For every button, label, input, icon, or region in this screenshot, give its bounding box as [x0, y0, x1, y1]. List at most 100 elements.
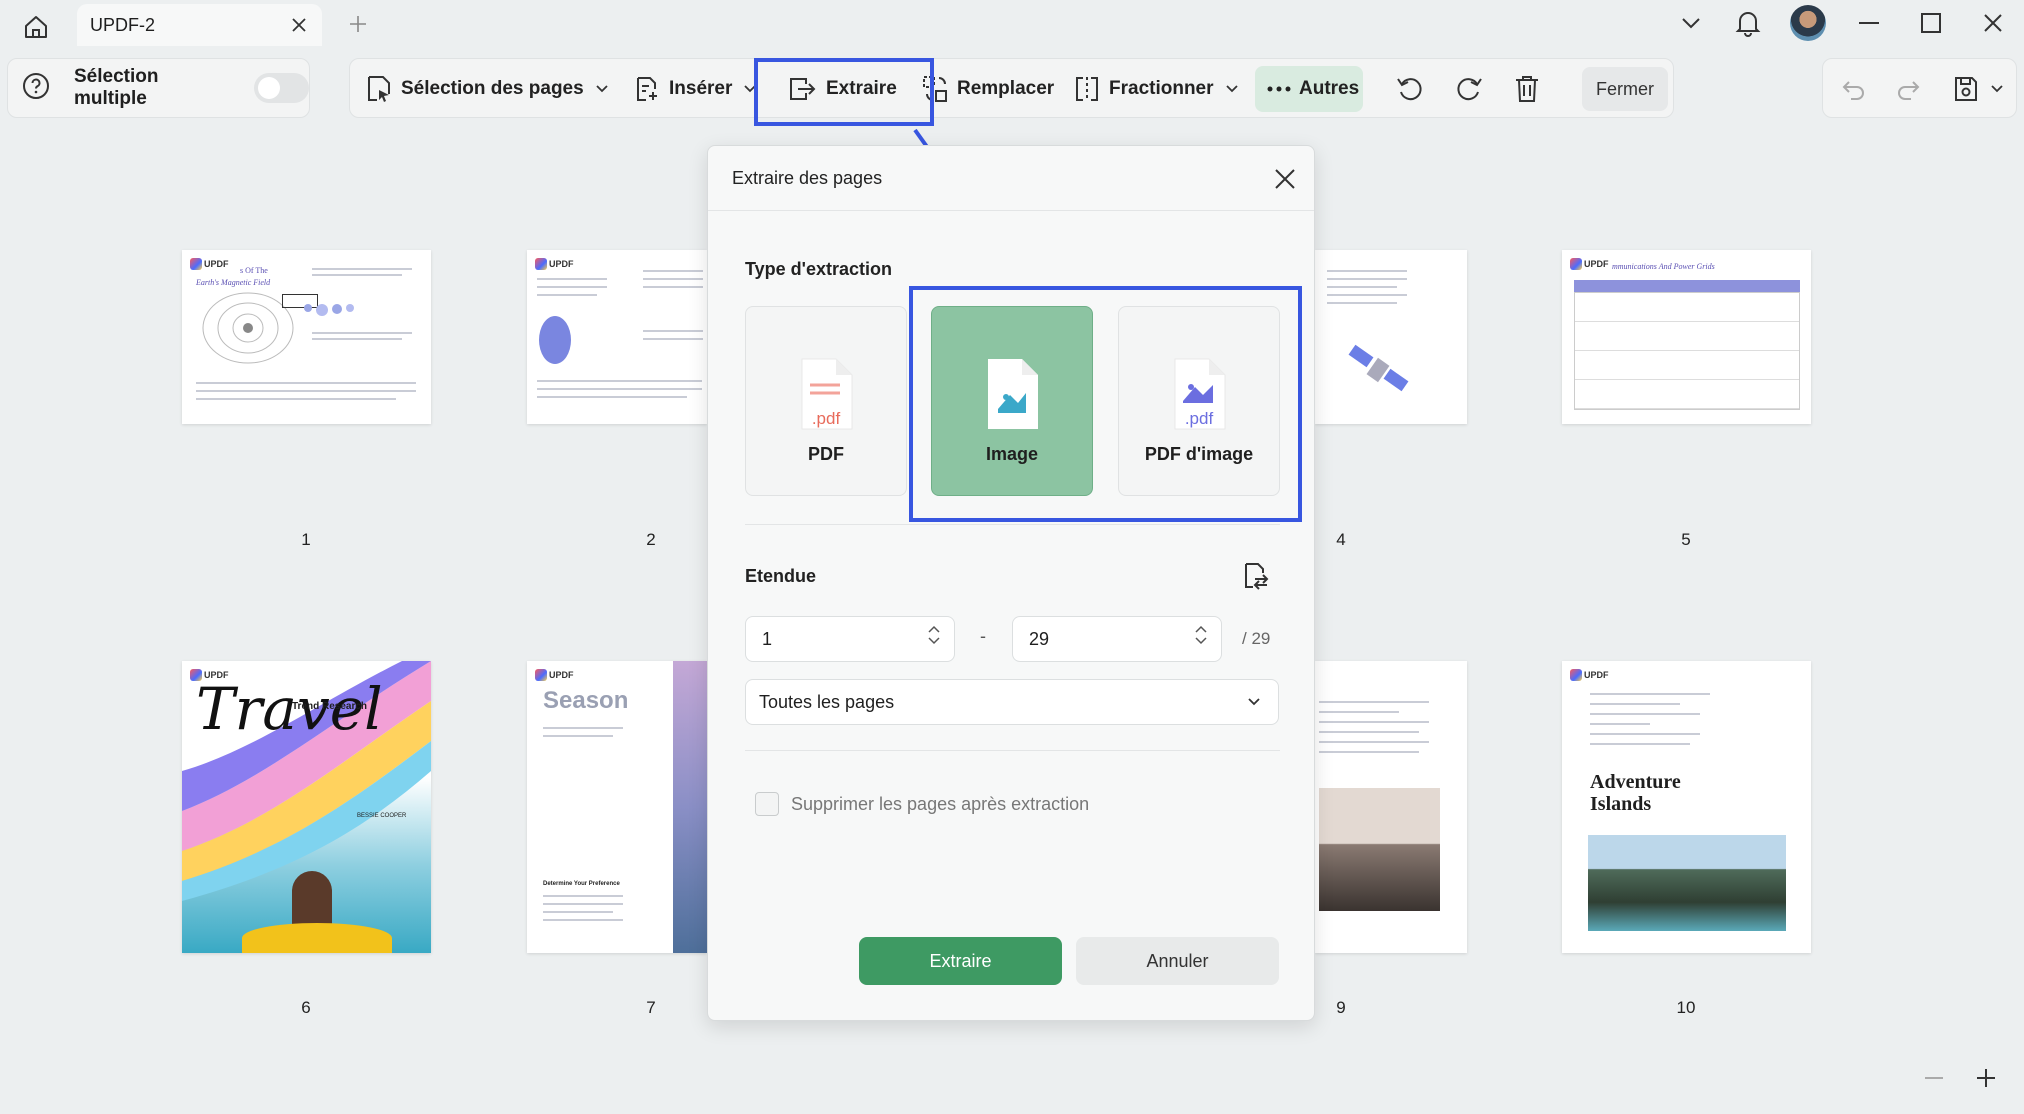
range-start-value: 1	[762, 628, 773, 649]
extract-pages-dialog: Extraire des pages Type d'extraction .pd…	[707, 145, 1315, 1021]
page-subset-select[interactable]: Toutes les pages	[745, 679, 1279, 725]
updf-logo: UPDF	[190, 258, 229, 270]
save-icon[interactable]	[1953, 71, 1979, 107]
replace-label: Remplacer	[957, 78, 1055, 99]
help-icon[interactable]	[22, 72, 50, 105]
chevron-down-icon	[1248, 698, 1260, 706]
delete-after-checkbox[interactable]	[755, 792, 779, 816]
page-select-button[interactable]: Sélection des pages	[365, 71, 608, 107]
close-tab-icon[interactable]	[288, 14, 310, 36]
extraction-type-label: Type d'extraction	[745, 259, 892, 279]
page-number: 4	[1336, 530, 1346, 549]
range-label: Etendue	[745, 566, 817, 586]
page-thumbnail[interactable]	[1315, 661, 1467, 953]
page-select-label: Sélection des pages	[401, 78, 584, 99]
extract-highlight-box	[754, 58, 934, 126]
page-number: 5	[1681, 530, 1691, 549]
page-select-icon	[368, 76, 390, 102]
page-subtitle: Earth's Magnetic Field	[196, 278, 271, 287]
home-icon[interactable]	[18, 9, 54, 45]
range-mode-icon[interactable]	[1241, 561, 1271, 596]
range-separator: -	[980, 626, 986, 646]
rotate-left-icon[interactable]	[1395, 71, 1425, 107]
delete-icon[interactable]	[1513, 71, 1541, 107]
split-button[interactable]: Fractionner	[1073, 71, 1238, 107]
dialog-title: Extraire des pages	[732, 168, 883, 188]
title-bar: UPDF-2	[0, 0, 2024, 54]
range-end-value: 29	[1029, 628, 1050, 649]
page-title: mmunications And Power Grids	[1612, 262, 1715, 271]
bell-icon[interactable]	[1718, 0, 1778, 46]
updf-logo: UPDF	[1570, 258, 1609, 270]
earth-diagram	[539, 316, 571, 364]
page-thumbnail[interactable]: UPDF	[527, 250, 707, 424]
close-button[interactable]: Fermer	[1582, 67, 1668, 111]
updf-logo: UPDF	[535, 258, 574, 270]
chevron-down-icon	[1225, 85, 1238, 93]
season-photo	[673, 661, 707, 953]
planet-dots	[304, 304, 354, 316]
rock-photo	[1319, 788, 1440, 911]
page-number: 9	[1336, 998, 1346, 1017]
chevron-down-icon[interactable]	[1664, 0, 1718, 46]
avatar[interactable]	[1778, 0, 1838, 46]
page-thumbnail[interactable]: UPDF Adventure Islands	[1562, 661, 1811, 953]
page-thumbnail[interactable]: UPDF Travel Trend Research BESSIE COOPER	[182, 661, 431, 953]
option-pdf-label: PDF	[808, 444, 844, 464]
options-highlight-box	[909, 286, 1302, 522]
satellite-image	[1348, 344, 1409, 392]
extract-confirm-button[interactable]: Extraire	[859, 937, 1062, 985]
updf-logo: UPDF	[1570, 669, 1609, 681]
chevron-down-icon[interactable]	[1991, 71, 2003, 107]
cancel-button[interactable]: Annuler	[1076, 937, 1279, 985]
maximize-icon[interactable]	[1900, 0, 1962, 46]
page-title: Adventure Islands	[1590, 771, 1681, 815]
page-thumbnail[interactable]: UPDF mmunications And Power Grids	[1562, 250, 1811, 424]
chevron-down-icon	[596, 85, 608, 93]
option-pdf[interactable]: .pdf PDF	[745, 306, 907, 496]
page-thumbnail[interactable]: UPDF s Of The Earth's Magnetic Field	[182, 250, 431, 424]
insert-button[interactable]: Insérer	[633, 71, 757, 107]
more-dots-icon	[1267, 86, 1291, 92]
new-tab-icon[interactable]	[344, 10, 372, 38]
pdf-ext-label: .pdf	[811, 409, 841, 428]
close-icon[interactable]	[1272, 166, 1298, 192]
multi-select-label: Sélection multiple	[74, 66, 159, 109]
more-button[interactable]: Autres	[1267, 71, 1359, 107]
page-subtitle: Trend Research	[292, 701, 368, 712]
tab-title: UPDF-2	[90, 14, 156, 35]
updf-logo: UPDF	[535, 669, 574, 681]
page-number: 10	[1676, 998, 1696, 1017]
page-subset-value: Toutes les pages	[759, 691, 895, 712]
page-number: 6	[301, 998, 311, 1017]
island-photo	[1588, 835, 1786, 931]
split-icon	[1076, 77, 1098, 101]
insert-label: Insérer	[669, 78, 733, 99]
range-end-stepper[interactable]	[1195, 625, 1207, 645]
page-number: 7	[646, 998, 656, 1017]
page-number: 2	[646, 530, 656, 549]
range-start-input[interactable]: 1	[745, 616, 955, 662]
rotate-right-icon[interactable]	[1454, 71, 1484, 107]
main-toolbar: Sélection des pages Insérer Extraire Rem…	[349, 58, 1674, 118]
close-window-icon[interactable]	[1962, 0, 2024, 46]
page-number: 1	[301, 530, 311, 549]
redo-icon[interactable]	[1895, 71, 1921, 107]
range-end-input[interactable]: 29	[1012, 616, 1222, 662]
history-toolbar	[1822, 58, 2017, 118]
document-tab[interactable]: UPDF-2	[77, 4, 322, 46]
minimize-icon[interactable]	[1838, 0, 1900, 46]
range-start-stepper[interactable]	[928, 625, 940, 645]
page-author: BESSIE COOPER	[357, 813, 407, 819]
page-title: s Of The	[240, 266, 268, 275]
zoom-out-button[interactable]	[1922, 1066, 1946, 1097]
zoom-in-button[interactable]	[1974, 1066, 1998, 1097]
page-section-title: Determine Your Preference	[543, 881, 620, 887]
multi-select-toolbar: Sélection multiple	[7, 58, 310, 118]
more-label: Autres	[1299, 78, 1360, 99]
page-thumbnail[interactable]	[1315, 250, 1467, 424]
multi-select-toggle[interactable]	[253, 73, 309, 103]
page-thumbnail[interactable]: UPDF Season Determine Your Preference	[527, 661, 707, 953]
undo-icon[interactable]	[1841, 71, 1867, 107]
replace-button[interactable]: Remplacer	[921, 71, 1054, 107]
